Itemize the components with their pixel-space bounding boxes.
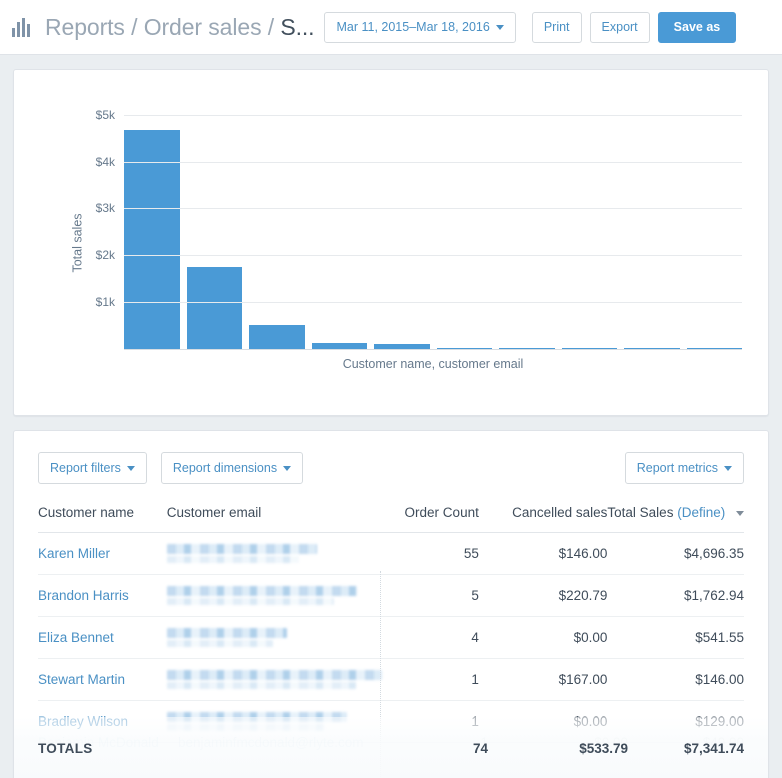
chevron-down-icon (724, 465, 732, 471)
cell-cancelled-sales: $0.00 (478, 616, 608, 659)
table-row[interactable]: Eliza Bennet 4 $0.00 $541.55 (38, 616, 744, 659)
cell-order-count: 55 (381, 532, 479, 575)
chart-gridline: $5k (96, 108, 742, 122)
cell-total-sales: $541.55 (607, 616, 744, 659)
cell-cancelled-sales: $220.79 (478, 574, 608, 617)
chart-baseline (124, 349, 742, 350)
cell-order-count: 1 (381, 658, 479, 701)
table-row[interactable]: Brandon Harris 5 $220.79 $1,762.94 (38, 574, 744, 617)
report-filters-label: Report filters (50, 460, 121, 475)
date-range-label: Mar 11, 2015–Mar 18, 2016 (336, 19, 490, 34)
redaction-blur (166, 586, 357, 596)
chevron-down-icon (283, 465, 292, 471)
sales-bar-chart: Total sales $1k $2k $3k $4k $5k Customer nam… (14, 70, 768, 415)
redaction-blur (166, 628, 287, 638)
chart-gridline: $2k (96, 248, 742, 262)
totals-count: 74 (472, 740, 488, 756)
y-axis-tick: $2k (95, 248, 115, 263)
cell-total-sales: $1,762.94 (607, 574, 744, 617)
table-row[interactable]: Karen Miller 55 $146.00 $4,696.35 (38, 532, 744, 575)
column-header-cancelled-sales[interactable]: Cancelled sales (478, 505, 608, 533)
chart-plot-area: $1k $2k $3k $4k $5k (96, 97, 742, 350)
table-header-row: Customer name Customer email Order Count… (38, 505, 744, 533)
cell-total-sales: $146.00 (607, 658, 744, 701)
report-controls: Report filters Report dimensions Report … (14, 431, 768, 484)
redaction-blur (166, 670, 382, 680)
cell-cancelled-sales: $146.00 (478, 532, 608, 575)
app-header: Reports / Order sales / S... Mar 11, 201… (0, 0, 782, 55)
chevron-down-icon (126, 465, 135, 471)
chart-card: Total sales $1k $2k $3k $4k $5k Customer nam… (13, 69, 769, 416)
table-body: Karen Miller 55 $146.00 $4,696.35 Brandon Ha… (38, 532, 744, 743)
print-button[interactable]: Print (531, 11, 582, 43)
breadcrumb-current: S... (280, 13, 315, 40)
breadcrumb-prefix: Reports / Order sales / (45, 13, 281, 40)
cell-customer-name[interactable]: Brandon Harris (38, 574, 167, 617)
chart-gridline: $4k (96, 155, 742, 169)
define-link[interactable]: (Define) (677, 505, 725, 520)
redaction-blur (166, 556, 299, 563)
cell-order-count: 5 (381, 574, 479, 617)
report-filters-button[interactable]: Report filters (38, 452, 147, 484)
table-row[interactable]: Stewart Martin 1 $167.00 $146.00 (38, 658, 744, 701)
x-axis-label: Customer name, customer email (342, 357, 524, 371)
cell-customer-email-redacted (166, 658, 382, 701)
report-table-card: Report filters Report dimensions Report … (13, 430, 769, 778)
totals-label: TOTALS (38, 740, 93, 756)
column-header-total-sales[interactable]: Total Sales (Define) (607, 505, 744, 533)
total-sales-text: Total Sales (607, 505, 674, 520)
report-table: Customer name Customer email Order Count… (38, 505, 744, 743)
column-header-customer-email[interactable]: Customer email (166, 505, 382, 533)
chart-gridline: $3k (96, 201, 742, 215)
column-header-order-count[interactable]: Order Count (381, 505, 479, 533)
redaction-blur (166, 682, 356, 689)
bar-chart-icon (12, 17, 34, 37)
date-range-picker[interactable]: Mar 11, 2015–Mar 18, 2016 (324, 11, 516, 43)
cell-customer-name[interactable]: Karen Miller (38, 532, 167, 575)
report-metrics-button[interactable]: Report metrics (624, 452, 744, 484)
y-axis-tick: $5k (95, 107, 115, 122)
cell-customer-email-redacted (166, 616, 382, 659)
report-dimensions-button[interactable]: Report dimensions (160, 452, 304, 484)
redaction-blur (166, 544, 317, 554)
chart-bar[interactable] (186, 267, 242, 350)
chevron-down-icon[interactable] (736, 510, 744, 516)
save-as-button[interactable]: Save as (657, 11, 737, 43)
redaction-blur (166, 640, 273, 647)
totals-row: TOTALS 74 $533.79 $7,341.74 (14, 717, 768, 778)
cell-customer-name[interactable]: Eliza Bennet (38, 616, 167, 659)
cell-cancelled-sales: $167.00 (478, 658, 608, 701)
cell-customer-name[interactable]: Stewart Martin (38, 658, 167, 701)
page-content: Total sales $1k $2k $3k $4k $5k Customer nam… (0, 55, 782, 778)
cell-total-sales: $4,696.35 (607, 532, 744, 575)
cell-customer-email-redacted (166, 574, 382, 617)
report-dimensions-label: Report dimensions (172, 460, 278, 475)
cell-customer-email-redacted (166, 532, 382, 575)
y-axis-tick: $1k (95, 295, 115, 310)
export-button[interactable]: Export (589, 11, 650, 43)
page-title: Reports / Order sales / S... (45, 13, 315, 41)
chart-bar[interactable] (124, 129, 180, 350)
totals-cancelled: $533.79 (579, 740, 628, 756)
y-axis-tick: $3k (95, 201, 115, 216)
report-metrics-label: Report metrics (636, 460, 718, 475)
redaction-blur (166, 598, 334, 605)
y-axis-label: Total sales (70, 212, 85, 273)
chart-gridline: $1k (96, 295, 742, 309)
column-header-customer-name[interactable]: Customer name (38, 505, 167, 533)
totals-total: $7,341.74 (683, 740, 744, 756)
y-axis-tick: $4k (95, 154, 115, 169)
chart-bars (124, 97, 742, 350)
cell-order-count: 4 (381, 616, 479, 659)
chart-bar[interactable] (249, 324, 305, 350)
chevron-down-icon (495, 24, 504, 30)
